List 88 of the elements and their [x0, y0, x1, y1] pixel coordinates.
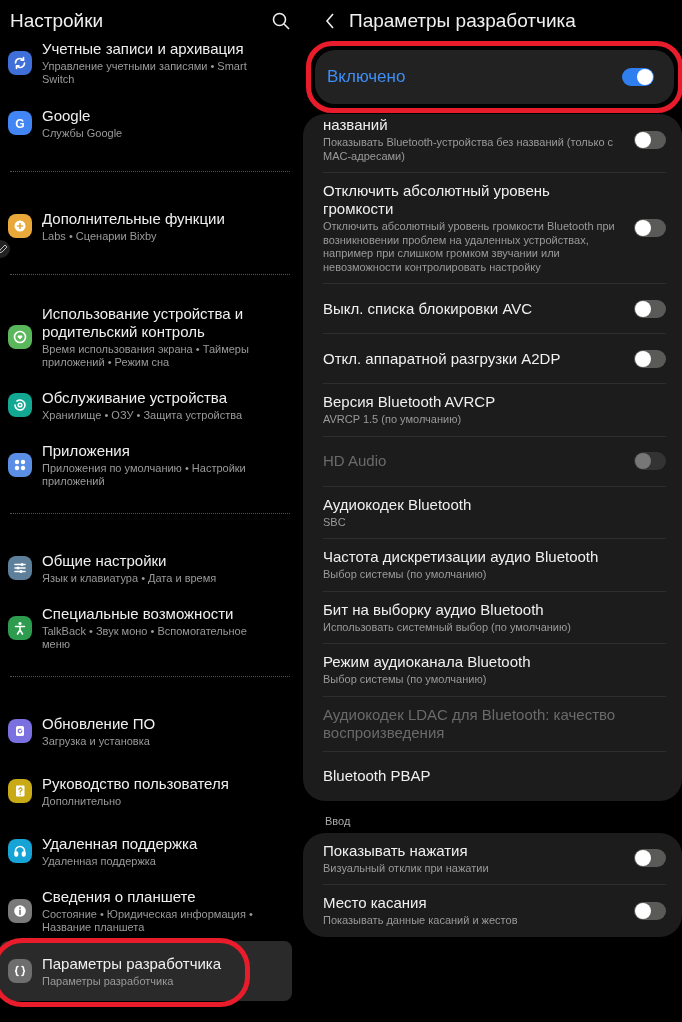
item-subtitle: Время использования экрана • Таймеры приложений • Режим сна: [42, 343, 250, 369]
item-title: Специальные возможности: [42, 605, 235, 623]
settings-item[interactable]: Специальные возможности TalkBack • Звук моно • Вспомогательное меню: [0, 598, 292, 658]
setting-subtitle: AVRCP 1.5 (по умолчанию): [323, 413, 463, 427]
item-subtitle: Управление учетными записями • Smart Switch: [42, 60, 248, 86]
search-icon[interactable]: [272, 12, 290, 30]
item-subtitle: Удаленная поддержка: [42, 854, 157, 868]
toggle-switch[interactable]: [622, 68, 654, 86]
item-subtitle: Хранилище • ОЗУ • Защита устройства: [42, 408, 244, 422]
settings-item[interactable]: Учетные записи и архивация Управление учетными записями • Smart Switch: [0, 42, 292, 93]
setting-subtitle: Выбор системы (по умолчанию): [323, 673, 488, 687]
setting-subtitle: Отключить абсолютный уровень громкости Bluetooth при возникновении проблем на удаленных устройствах, например при слишком громком звучании или невозможности контролировать настройку: [323, 220, 616, 274]
item-title: Дополнительные функции: [42, 209, 226, 228]
settings-item[interactable]: Параметры разработчика Параметры разработчика: [0, 941, 292, 1001]
toggle-switch[interactable]: [634, 901, 666, 920]
settings-item[interactable]: Удаленная поддержка Удаленная поддержка: [0, 821, 292, 881]
setting-title: Аудиокодек LDAC для Bluetooth: качество воспроизведения: [323, 705, 617, 742]
setting-subtitle: Показывать данные касаний и жестов: [323, 914, 518, 928]
screen-title: Настройки: [10, 10, 104, 32]
master-switch-card[interactable]: Включено: [315, 50, 674, 104]
setting-title: Место касания: [323, 894, 428, 912]
setting-row[interactable]: Выкл. списка блокировки AVC: [323, 284, 666, 333]
item-title: Общие настройки: [42, 551, 168, 570]
setting-title: Откл. аппаратной разгрузки A2DP: [323, 349, 561, 368]
settings-item[interactable]: Дополнительные функции Labs • Сценарии Bixby: [0, 196, 292, 256]
item-subtitle: Состояние • Юридическая информация • Название планшета: [42, 908, 254, 934]
setting-title: Bluetooth PBAP: [323, 767, 431, 785]
settings-item[interactable]: Приложения Приложения по умолчанию • Настройки приложений: [0, 435, 292, 495]
settings-item[interactable]: Обновление ПО Загрузка и установка: [0, 701, 292, 761]
item-title: Учетные записи и архивация: [42, 42, 245, 58]
setting-title: Бит на выборку аудио Bluetooth: [323, 600, 545, 619]
section-label: Ввод: [324, 813, 352, 829]
settings-item[interactable]: Использование устройства и родительский контроль Время использования экрана • Таймеры приложений • Режим сна: [0, 299, 292, 375]
item-title: Google: [42, 106, 92, 125]
item-title: Приложения: [42, 442, 131, 460]
setting-subtitle: Использовать системный выбор (по умолчанию): [323, 620, 571, 634]
setting-subtitle: Показывать Bluetooth-устройства без названий (только с MAC-адресами): [323, 136, 615, 163]
settings-item[interactable]: Сведения о планшете Состояние • Юридическая информация • Название планшета: [0, 881, 292, 941]
setting-row[interactable]: Место касания Показывать данные касаний и жестов: [323, 885, 666, 937]
switch-label: Включено: [327, 67, 406, 87]
item-subtitle: Параметры разработчика: [42, 974, 175, 988]
setting-title: HD Audio: [323, 452, 387, 470]
item-subtitle: Язык и клавиатура • Дата и время: [42, 571, 218, 585]
setting-title: Версия Bluetooth AVRCP: [323, 393, 496, 411]
settings-item[interactable]: Обслуживание устройства Хранилище • ОЗУ • Защита устройства: [0, 375, 292, 435]
toggle-switch[interactable]: [634, 130, 666, 149]
setting-title: Отключить абсолютный уровень громкости: [323, 182, 551, 218]
item-title: Параметры разработчика: [42, 954, 223, 973]
item-title: Обновление ПО: [42, 714, 157, 733]
toggle-switch[interactable]: [634, 349, 666, 368]
setting-title: Показывать нажатия: [323, 841, 469, 860]
setting-row[interactable]: Частота дискретизации аудио Bluetooth Выбор системы (по умолчанию): [323, 539, 666, 591]
setting-row[interactable]: Аудиокодек Bluetooth SBC: [323, 486, 666, 538]
setting-subtitle: Выбор системы (по умолчанию): [323, 568, 488, 582]
item-subtitle: Загрузка и установка: [42, 734, 151, 748]
setting-title: Частота дискретизации аудио Bluetooth: [323, 548, 599, 566]
item-subtitle: Labs • Сценарии Bixby: [42, 229, 158, 243]
setting-row[interactable]: Бит на выборку аудио Bluetooth Использовать системный выбор (по умолчанию): [323, 591, 666, 643]
toggle-switch[interactable]: [634, 299, 666, 318]
setting-row[interactable]: названий Показывать Bluetooth-устройства без названий (только с MAC-адресами): [323, 114, 666, 172]
setting-title: Выкл. списка блокировки AVC: [323, 299, 533, 318]
item-title: Использование устройства и родительский контроль: [42, 305, 245, 341]
item-title: Удаленная поддержка: [42, 834, 199, 853]
setting-row[interactable]: Показывать нажатия Визуальный отклик при нажатии: [323, 832, 666, 884]
setting-subtitle: Визуальный отклик при нажатии: [323, 861, 489, 875]
item-title: Сведения о планшете: [42, 888, 197, 906]
setting-title: Режим аудиоканала Bluetooth: [323, 653, 531, 671]
setting-row[interactable]: Откл. аппаратной разгрузки A2DP: [323, 334, 666, 383]
settings-item[interactable]: Руководство пользователя Дополнительно: [0, 761, 292, 821]
item-title: Обслуживание устройства: [42, 388, 229, 407]
back-icon[interactable]: [325, 13, 335, 29]
item-subtitle: Дополнительно: [42, 794, 123, 808]
setting-row[interactable]: Режим аудиоканала Bluetooth Выбор системы (по умолчанию): [323, 644, 666, 696]
item-title: Руководство пользователя: [42, 774, 230, 793]
item-subtitle: Приложения по умолчанию • Настройки приложений: [42, 462, 247, 488]
setting-title: названий: [323, 116, 389, 134]
item-subtitle: TalkBack • Звук моно • Вспомогательное меню: [42, 625, 248, 651]
toggle-switch[interactable]: [634, 849, 666, 868]
item-subtitle: Службы Google: [42, 126, 124, 140]
setting-row[interactable]: Bluetooth PBAP: [323, 751, 666, 801]
setting-subtitle: SBC: [323, 515, 347, 529]
settings-item[interactable]: Общие настройки Язык и клавиатура • Дата и время: [0, 538, 292, 598]
setting-title: Аудиокодек Bluetooth: [323, 495, 472, 514]
setting-row[interactable]: Версия Bluetooth AVRCP AVRCP 1.5 (по умолчанию): [323, 384, 666, 436]
settings-item[interactable]: G Google Службы Google: [0, 93, 292, 153]
toggle-switch[interactable]: [634, 219, 666, 237]
screen-title: Параметры разработчика: [349, 10, 576, 32]
settings-icon: G: [8, 111, 32, 135]
